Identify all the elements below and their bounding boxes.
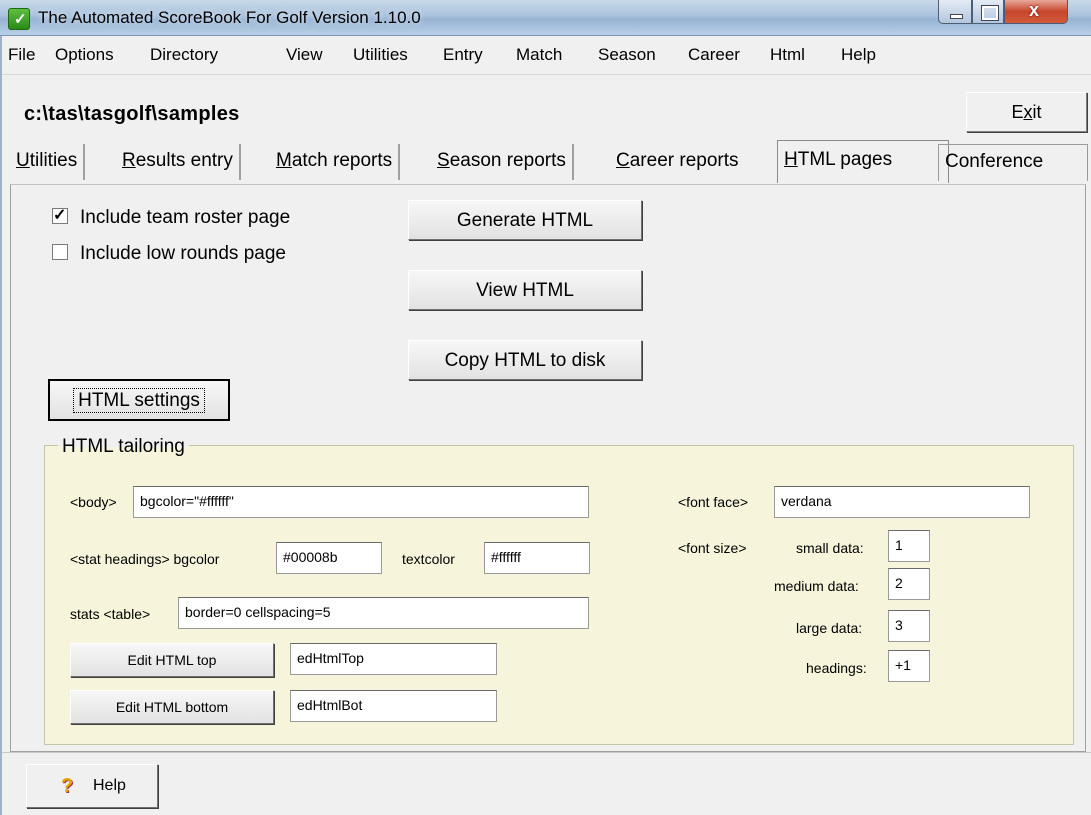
view-html-button[interactable]: View HTML xyxy=(408,270,642,310)
help-button[interactable]: ? Help xyxy=(26,764,158,808)
menu-file[interactable]: File xyxy=(8,45,35,65)
edit-html-top-button[interactable]: Edit HTML top xyxy=(70,643,274,677)
maximize-button[interactable] xyxy=(972,0,1004,24)
menu-entry[interactable]: Entry xyxy=(443,45,483,65)
medium-data-label: medium data: xyxy=(774,578,859,594)
tab-label: areer reports xyxy=(629,150,739,171)
tab-conference[interactable]: Conference xyxy=(938,144,1088,181)
edit-html-bottom-button[interactable]: Edit HTML bottom xyxy=(70,690,274,724)
small-data-field[interactable]: 1 xyxy=(888,530,930,562)
font-size-label: <font size> xyxy=(678,540,747,556)
textcolor-label: textcolor xyxy=(402,551,455,567)
generate-html-button[interactable]: Generate HTML xyxy=(408,200,642,240)
menu-match[interactable]: Match xyxy=(516,45,562,65)
small-data-label: small data: xyxy=(796,540,864,556)
include-roster-label: Include team roster page xyxy=(80,207,291,228)
tab-html-pages[interactable]: HTML pages xyxy=(777,140,949,183)
medium-data-field[interactable]: 2 xyxy=(888,568,930,600)
tab-mnemonic: U xyxy=(16,150,30,171)
tab-label: eason reports xyxy=(449,150,566,171)
minimize-button[interactable] xyxy=(938,0,972,24)
body-label: <body> xyxy=(70,494,117,510)
stats-table-field[interactable]: border=0 cellspacing=5 xyxy=(178,597,589,629)
exit-button[interactable]: Exit xyxy=(966,92,1087,132)
menu-season[interactable]: Season xyxy=(598,45,656,65)
window-title: The Automated ScoreBook For Golf Version… xyxy=(38,8,421,27)
question-icon: ? xyxy=(61,775,74,797)
tab-label: esults entry xyxy=(135,150,233,171)
body-attributes-field[interactable]: bgcolor="#ffffff" xyxy=(133,486,589,518)
headings-field[interactable]: +1 xyxy=(888,650,930,682)
copy-html-button[interactable]: Copy HTML to disk xyxy=(408,340,642,380)
checkbox-unchecked-icon[interactable] xyxy=(52,244,68,260)
menu-directory[interactable]: Directory xyxy=(150,45,218,65)
status-divider xyxy=(0,752,1091,753)
app-icon: ✓ xyxy=(8,8,30,30)
html-bottom-field[interactable]: edHtmlBot xyxy=(290,690,497,722)
large-data-label: large data: xyxy=(796,620,863,636)
menu-bar: File Options Directory View Utilities En… xyxy=(0,36,1091,74)
menu-career[interactable]: Career xyxy=(688,45,740,65)
html-settings-label: HTML settings xyxy=(73,388,205,413)
close-button[interactable]: x xyxy=(1004,0,1068,24)
large-data-field[interactable]: 3 xyxy=(888,610,930,642)
tab-season-reports[interactable]: Season reports xyxy=(431,144,574,180)
stat-headings-bgcolor-label: <stat headings> bgcolor xyxy=(70,551,220,567)
tab-mnemonic: S xyxy=(437,150,450,171)
close-icon: x xyxy=(1029,0,1040,20)
exit-label-suffix: it xyxy=(1032,102,1042,122)
tab-career-reports[interactable]: Career reports xyxy=(610,144,745,180)
tab-mnemonic: R xyxy=(122,150,136,171)
menu-options[interactable]: Options xyxy=(55,45,114,65)
tab-mnemonic: M xyxy=(276,150,292,171)
stats-table-label: stats <table> xyxy=(70,606,151,622)
include-low-rounds-checkbox[interactable]: Include low rounds page xyxy=(52,243,286,265)
checkbox-checked-icon[interactable] xyxy=(52,205,68,225)
tab-label: Conference xyxy=(945,151,1044,172)
exit-label-prefix: E xyxy=(1011,102,1024,122)
menu-help[interactable]: Help xyxy=(841,45,876,65)
tab-label: tilities xyxy=(29,150,78,171)
help-label: Help xyxy=(93,777,126,794)
tab-mnemonic: H xyxy=(784,149,798,170)
exit-label-mnemonic: x xyxy=(1023,102,1033,122)
include-low-rounds-label: Include low rounds page xyxy=(80,243,286,264)
tab-mnemonic: C xyxy=(616,150,630,171)
stat-headings-bgcolor-field[interactable]: #00008b xyxy=(276,542,382,574)
window-left-border xyxy=(0,36,2,815)
headings-label: headings: xyxy=(806,660,867,676)
tab-match-reports[interactable]: Match reports xyxy=(270,144,401,180)
menu-view[interactable]: View xyxy=(286,45,323,65)
include-roster-checkbox[interactable]: Include team roster page xyxy=(52,205,291,229)
font-face-label: <font face> xyxy=(678,494,749,510)
menu-html[interactable]: Html xyxy=(770,45,805,65)
html-tailoring-legend: HTML tailoring xyxy=(58,436,189,458)
font-face-field[interactable]: verdana xyxy=(774,486,1030,518)
tab-results-entry[interactable]: Results entry xyxy=(116,144,241,180)
tab-label: TML pages xyxy=(797,149,893,170)
menu-utilities[interactable]: Utilities xyxy=(353,45,408,65)
tab-utilities[interactable]: Utilities xyxy=(10,144,86,180)
html-settings-button[interactable]: HTML settings xyxy=(48,379,230,421)
textcolor-field[interactable]: #ffffff xyxy=(484,542,590,574)
tab-label: atch reports xyxy=(291,150,393,171)
current-directory: c:\tas\tasgolf\samples xyxy=(24,103,240,125)
html-top-field[interactable]: edHtmlTop xyxy=(290,643,497,675)
